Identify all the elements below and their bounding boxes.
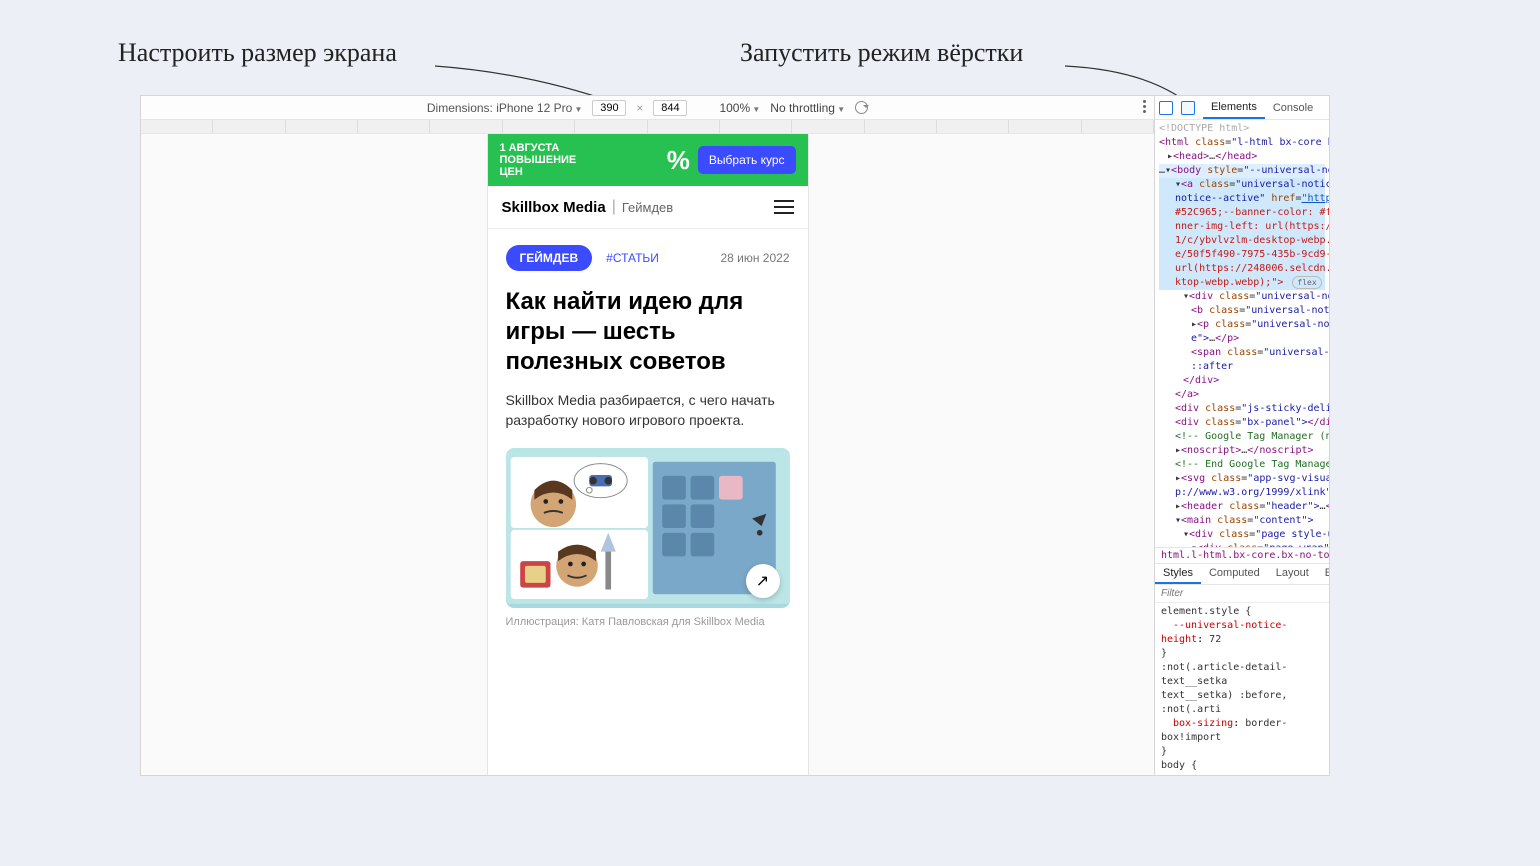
share-icon: ↗ [756, 571, 769, 591]
article-body: ГЕЙМДЕВ #СТАТЬИ 28 июн 2022 Как найти ид… [488, 229, 808, 644]
width-input[interactable] [592, 100, 626, 116]
tab-event[interactable]: Even [1317, 564, 1329, 584]
device-preview-pane: Dimensions: iPhone 12 Pro × 100% No thro… [141, 96, 1154, 775]
device-toggle-icon[interactable] [1181, 101, 1195, 115]
brand-separator: | [606, 198, 622, 216]
phone-frame: 1 АВГУСТА ПОВЫШЕНИЕ ЦЕН % Выбрать курс S… [488, 134, 808, 775]
dim-separator: × [636, 101, 643, 115]
inspector-pane: Elements Console <!DOCTYPE html><html cl… [1154, 96, 1329, 775]
inspector-tabs: Elements Console [1155, 96, 1329, 120]
brand-logo[interactable]: Skillbox Media [502, 199, 606, 216]
choose-course-button[interactable]: Выбрать курс [698, 146, 796, 174]
zoom-dropdown[interactable]: 100% [719, 101, 760, 115]
styles-tabs: Styles Computed Layout Even [1155, 563, 1329, 585]
promo-banner[interactable]: 1 АВГУСТА ПОВЫШЕНИЕ ЦЕН % Выбрать курс [488, 134, 808, 186]
tab-console[interactable]: Console [1265, 96, 1321, 119]
device-toolbar: Dimensions: iPhone 12 Pro × 100% No thro… [141, 96, 1154, 120]
kebab-menu-icon[interactable] [1143, 100, 1146, 113]
article-title: Как найти идею для игры — шесть полезных… [506, 287, 790, 377]
article-lead: Skillbox Media разбирается, с чего начат… [506, 391, 790, 430]
ruler [141, 120, 1154, 134]
dimensions-dropdown[interactable]: Dimensions: iPhone 12 Pro [427, 101, 583, 115]
dom-breadcrumb[interactable]: html.l-html.bx-core.bx-no-touch.bx-no- [1155, 547, 1329, 563]
throttling-dropdown[interactable]: No throttling [770, 101, 845, 115]
tab-elements[interactable]: Elements [1203, 96, 1265, 119]
banner-text: 1 АВГУСТА ПОВЫШЕНИЕ ЦЕН [500, 142, 659, 178]
height-input[interactable] [653, 100, 687, 116]
element-picker-icon[interactable] [1159, 101, 1173, 115]
article-meta: ГЕЙМДЕВ #СТАТЬИ 28 июн 2022 [506, 245, 790, 271]
annotation-left: Настроить размер экрана [118, 38, 397, 68]
category-pill[interactable]: ГЕЙМДЕВ [506, 245, 593, 271]
article-tag[interactable]: #СТАТЬИ [606, 251, 659, 265]
styles-body[interactable]: element.style {--universal-notice-height… [1155, 603, 1329, 775]
annotation-right: Запустить режим вёрстки [740, 38, 1023, 68]
rotate-icon[interactable] [855, 101, 868, 114]
percent-icon: % [667, 145, 690, 176]
burger-menu-icon[interactable] [774, 200, 794, 214]
hero-caption: Иллюстрация: Катя Павловская для Skillbo… [506, 616, 790, 628]
preview-canvas: 1 АВГУСТА ПОВЫШЕНИЕ ЦЕН % Выбрать курс S… [141, 134, 1154, 775]
tab-styles[interactable]: Styles [1155, 564, 1201, 584]
dom-tree[interactable]: <!DOCTYPE html><html class="l-html bx-co… [1155, 120, 1329, 547]
hero-illustration: ↗ [506, 448, 790, 608]
tab-layout[interactable]: Layout [1268, 564, 1317, 584]
phone-header: Skillbox Media | Геймдев [488, 186, 808, 229]
devtools-window: Dimensions: iPhone 12 Pro × 100% No thro… [140, 95, 1330, 776]
article-date: 28 июн 2022 [720, 251, 789, 265]
tab-computed[interactable]: Computed [1201, 564, 1268, 584]
share-button[interactable]: ↗ [746, 564, 780, 598]
brand-section[interactable]: Геймдев [622, 200, 673, 215]
styles-filter-input[interactable] [1155, 585, 1329, 603]
